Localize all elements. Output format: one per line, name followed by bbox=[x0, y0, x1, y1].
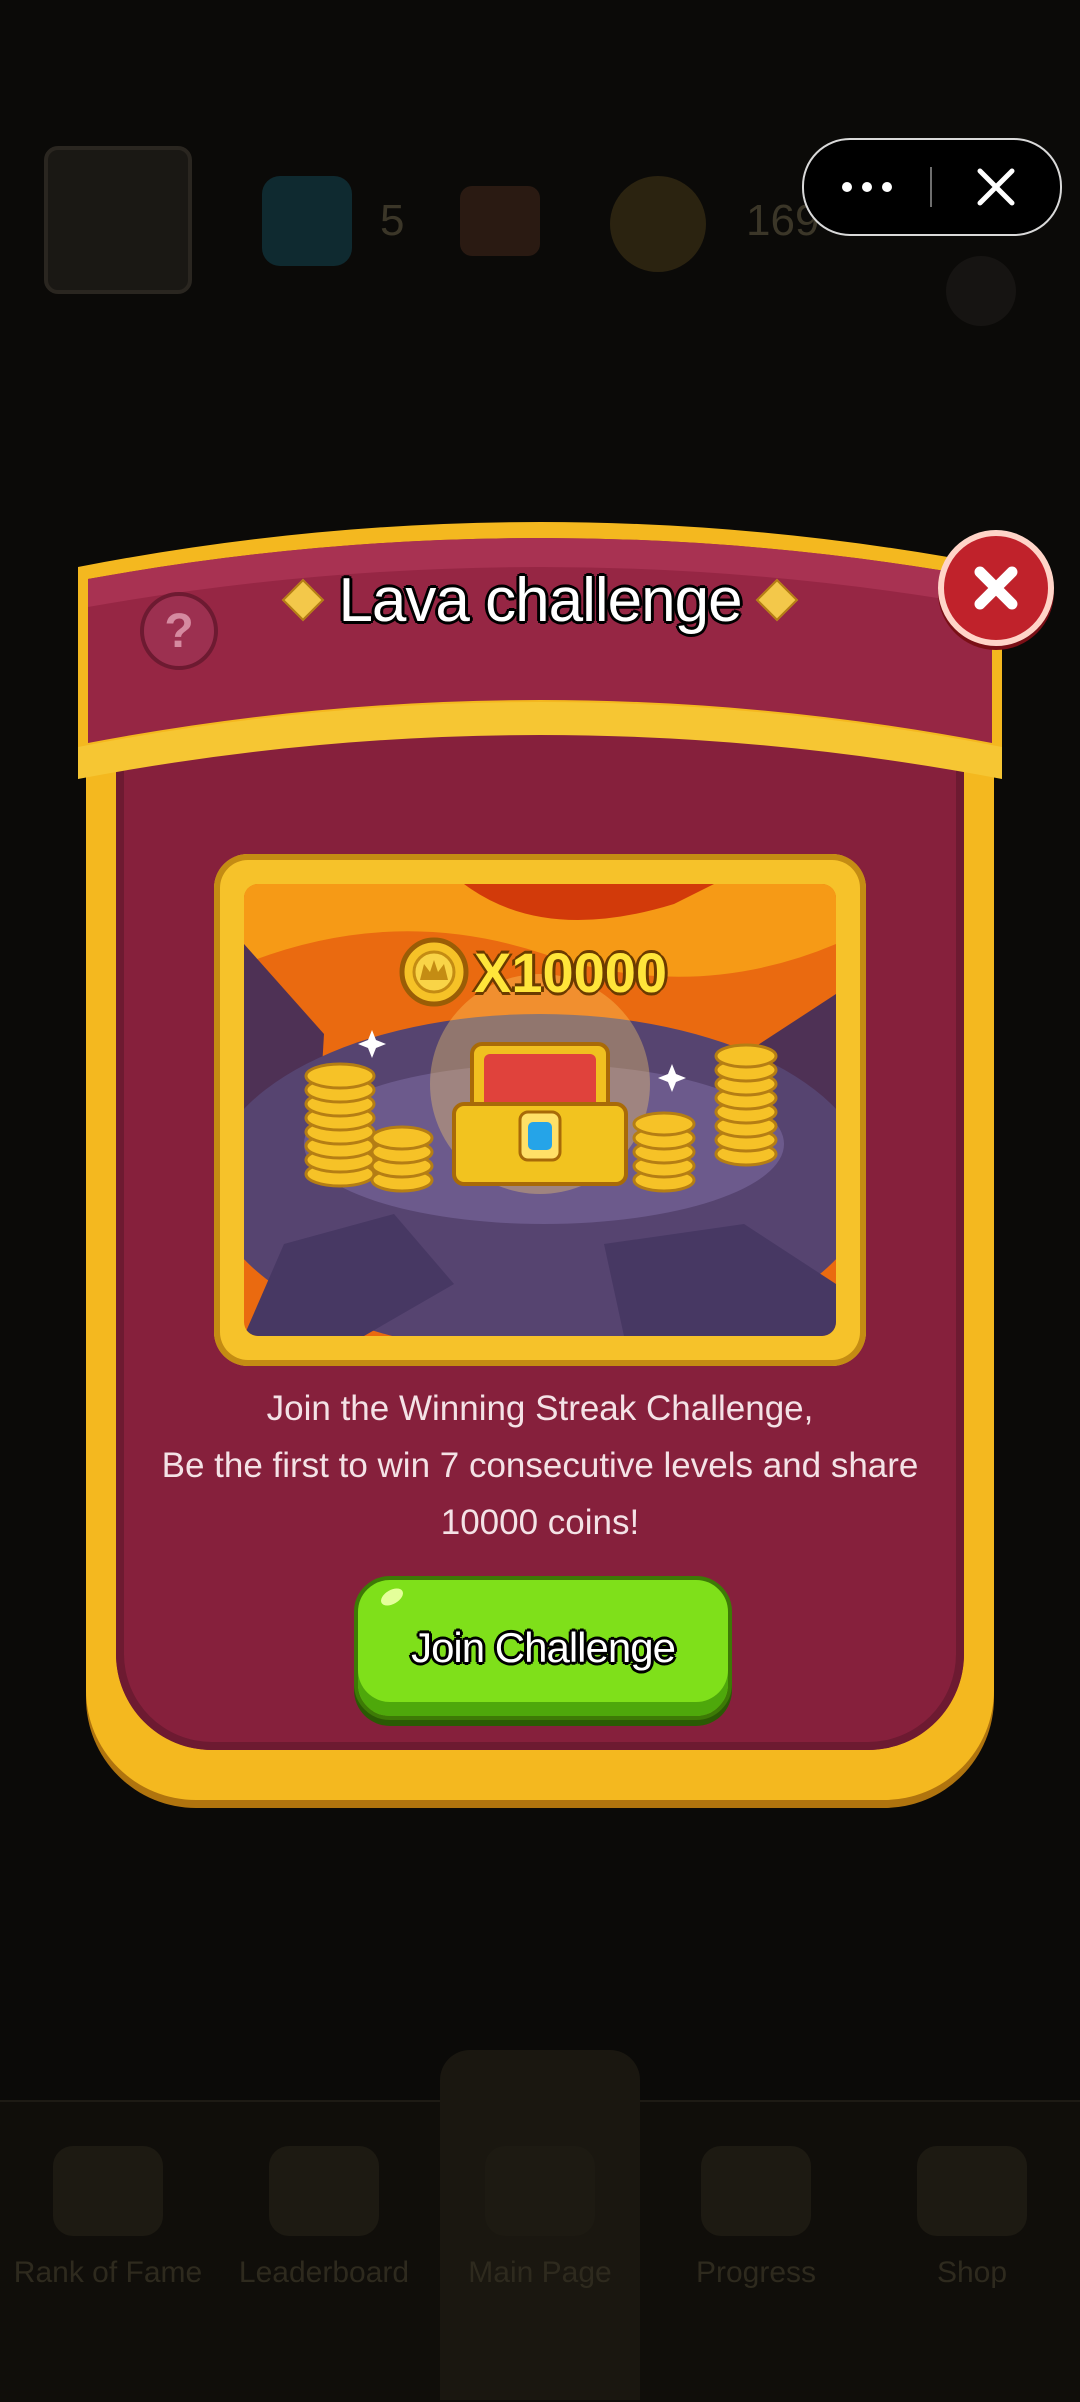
close-x-icon[interactable] bbox=[932, 140, 1060, 234]
dialog-title: Lava challenge bbox=[338, 565, 742, 635]
close-icon bbox=[974, 566, 1018, 610]
diamond-icon bbox=[755, 578, 798, 622]
cup-icon bbox=[269, 2146, 379, 2236]
description-line: Join the Winning Streak Challenge, bbox=[266, 1389, 814, 1428]
reward-amount: X10000 bbox=[474, 941, 668, 1004]
nav-main-page: Main Page bbox=[460, 2130, 620, 2290]
shop-icon bbox=[917, 2146, 1027, 2236]
castle-icon bbox=[485, 2146, 595, 2236]
chart-icon bbox=[701, 2146, 811, 2236]
challenge-description: Join the Winning Streak Challenge, Be th… bbox=[120, 1380, 960, 1551]
nav-leaderboard: Leaderboard bbox=[239, 2130, 409, 2290]
more-dots-icon[interactable] bbox=[804, 140, 930, 234]
dialog-close-button[interactable] bbox=[938, 530, 1054, 646]
description-line: 10000 coins! bbox=[440, 1503, 640, 1542]
nav-shop: Shop bbox=[892, 2130, 1052, 2290]
description-line: Be the first to win 7 consecutive levels… bbox=[161, 1446, 919, 1485]
join-challenge-label: Join Challenge bbox=[411, 1624, 676, 1671]
diamond-icon bbox=[282, 578, 325, 622]
gear-icon bbox=[946, 256, 1016, 326]
dialog-title-row: Lava challenge bbox=[0, 560, 1080, 640]
trophy-icon bbox=[53, 2146, 163, 2236]
player-avatar bbox=[44, 146, 192, 294]
gem-icon bbox=[262, 176, 352, 266]
coin-icon bbox=[610, 176, 706, 272]
nav-rank-of-fame: Rank of Fame bbox=[14, 2130, 202, 2290]
gem-count: 5 bbox=[380, 196, 405, 245]
nav-progress: Progress bbox=[676, 2130, 836, 2290]
gift-box-icon bbox=[460, 186, 540, 256]
miniprogram-capsule bbox=[802, 138, 1062, 236]
join-challenge-button[interactable]: Join Challenge bbox=[354, 1576, 732, 1720]
